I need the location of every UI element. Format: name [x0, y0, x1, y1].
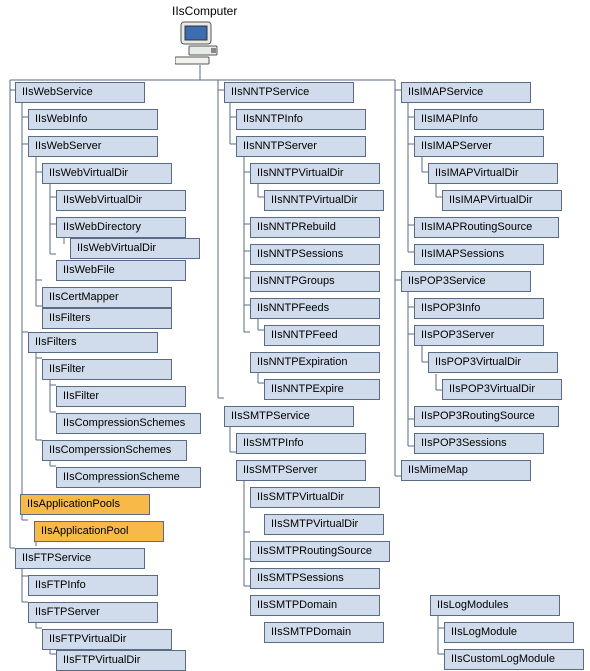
node-iissmtpserver: IIsSMTPServer: [236, 460, 366, 481]
diagram-root: IIsComputer: [0, 0, 590, 668]
node-iiscertmapper: IIsCertMapper: [42, 287, 172, 308]
node-iispop3service: IIsPOP3Service: [401, 271, 531, 292]
node-iislogmodules: IIsLogModules: [430, 595, 560, 616]
node-iisnntpvirtualdir-2: IIsNNTPVirtualDir: [264, 190, 384, 211]
node-iisfilters-srv: IIsFilters: [42, 308, 172, 329]
node-iisimapvirtualdir-2: IIsIMAPVirtualDir: [442, 190, 562, 211]
node-iiscustomlogmodule: IIsCustomLogModule: [444, 649, 584, 670]
node-iispop3routingsource: IIsPOP3RoutingSource: [414, 406, 559, 427]
node-iisftpserver: IIsFTPServer: [28, 602, 158, 623]
node-iiswebfile: IIsWebFile: [56, 260, 186, 281]
node-iisimapsesssions: IIsIMAPSessions: [414, 244, 544, 265]
title: IIsComputer: [172, 4, 237, 18]
node-iisnntpserver: IIsNNTPServer: [236, 136, 366, 157]
node-iissmtpdomain: IIsSMTPDomain: [250, 595, 380, 616]
node-iispop3info: IIsPOP3Info: [414, 298, 544, 319]
node-iispop3virtualdir-2: IIsPOP3VirtualDir: [442, 379, 562, 400]
node-iisimapservice: IIsIMAPService: [401, 82, 531, 103]
node-iisfilter-2: IIsFilter: [56, 386, 186, 407]
node-iismimemap: IIsMimeMap: [401, 460, 531, 481]
node-iisnntpservice: IIsNNTPService: [224, 82, 354, 103]
node-iiswebserver: IIsWebServer: [28, 136, 158, 157]
node-iisftpinfo: IIsFTPInfo: [28, 575, 158, 596]
node-iisimapvirtualdir: IIsIMAPVirtualDir: [428, 163, 558, 184]
node-iisapplicationpools: IIsApplicationPools: [20, 494, 150, 515]
node-iisimaproutingsource: IIsIMAPRoutingSource: [414, 217, 559, 238]
node-iispop3virtualdir: IIsPOP3VirtualDir: [428, 352, 558, 373]
node-iissmtpvirtualdir: IIsSMTPVirtualDir: [250, 487, 380, 508]
node-iisnntpvirtualdir: IIsNNTPVirtualDir: [250, 163, 380, 184]
node-iislogmodule: IIsLogModule: [444, 622, 574, 643]
node-iiswebvirtualdir-3: IIsWebVirtualDir: [70, 238, 200, 259]
node-iispop3server: IIsPOP3Server: [414, 325, 544, 346]
node-iiscompressionschemes: IIsCompressionSchemes: [56, 413, 201, 434]
node-iisimapinfo: IIsIMAPInfo: [414, 109, 544, 130]
node-iissmtproutingsource: IIsSMTPRoutingSource: [250, 541, 390, 562]
node-iiswebservice: IIsWebService: [15, 82, 145, 103]
node-iissmtpservice: IIsSMTPService: [224, 406, 354, 427]
node-iiswebdirectory: IIsWebDirectory: [56, 217, 186, 238]
node-iisftpvirtualdir: IIsFTPVirtualDir: [42, 629, 172, 650]
node-iisnntpsessions: IIsNNTPSessions: [250, 244, 380, 265]
node-iisftpservice: IIsFTPService: [15, 548, 145, 569]
node-iisfilters: IIsFilters: [28, 332, 158, 353]
node-iiswebvirtualdir-2: IIsWebVirtualDir: [56, 190, 186, 211]
node-iispop3sessions: IIsPOP3Sessions: [414, 433, 544, 454]
node-iisnntpgroups: IIsNNTPGroups: [250, 271, 380, 292]
node-iiscomperssionschemes: IIsComperssionSchemes: [42, 440, 187, 461]
node-iisnntpexpire: IIsNNTPExpire: [264, 379, 380, 400]
node-iisnntpinfo: IIsNNTPInfo: [236, 109, 366, 130]
node-iisnntprebuild: IIsNNTPRebuild: [250, 217, 380, 238]
node-iiswebvirtualdir: IIsWebVirtualDir: [42, 163, 172, 184]
node-iisnntpfeed: IIsNNTPFeed: [264, 325, 380, 346]
node-iisfilter: IIsFilter: [42, 359, 172, 380]
node-iiswebinfo: IIsWebInfo: [28, 109, 158, 130]
node-iissmtpinfo: IIsSMTPInfo: [236, 433, 366, 454]
node-iisimapserver: IIsIMAPServer: [414, 136, 544, 157]
node-iissmtpsessions: IIsSMTPSessions: [250, 568, 380, 589]
node-iissmtpvirtualdir-2: IIsSMTPVirtualDir: [264, 514, 384, 535]
node-iisnntpfeeds: IIsNNTPFeeds: [250, 298, 380, 319]
node-iisapplicationpool: IIsApplicationPool: [34, 521, 164, 542]
node-iiscompressionscheme: IIsCompressionScheme: [56, 467, 201, 488]
node-iisnntpexpiration: IIsNNTPExpiration: [250, 352, 380, 373]
computer-icon: [175, 20, 225, 65]
node-iissmtpdomain-2: IIsSMTPDomain: [264, 622, 384, 643]
